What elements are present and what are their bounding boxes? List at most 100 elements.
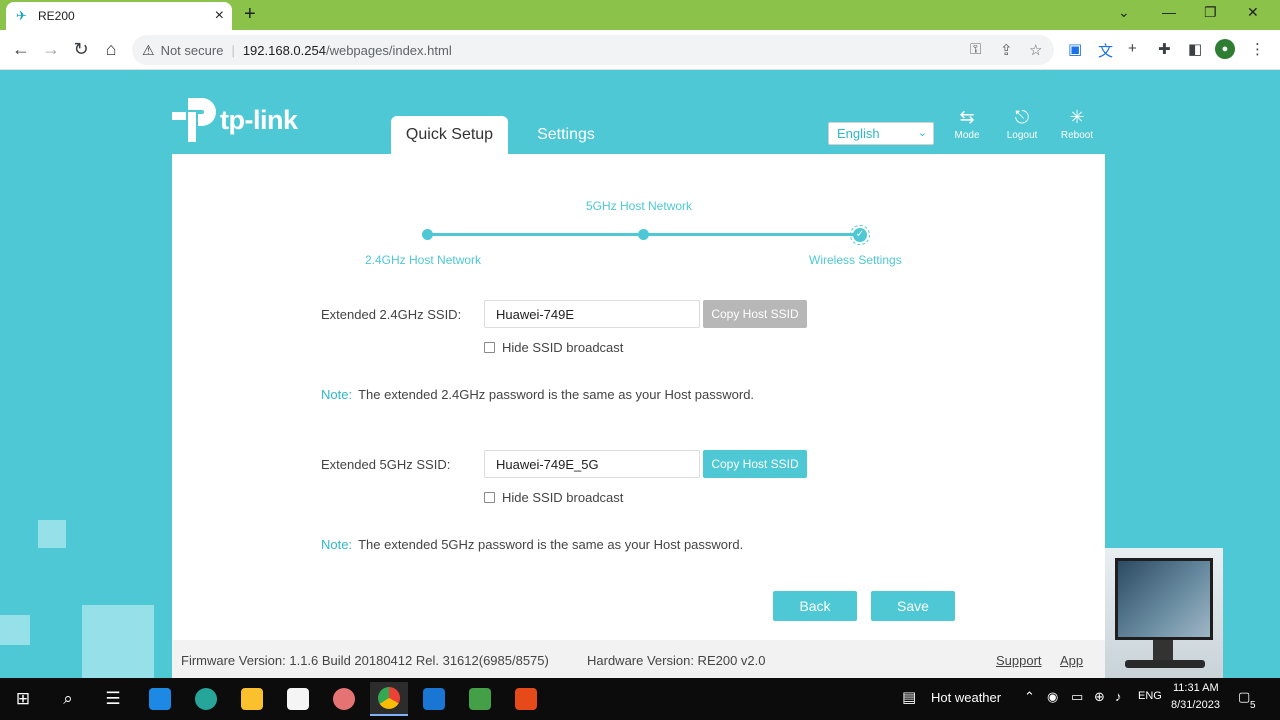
logout-label: Logout (1006, 130, 1038, 141)
chevron-up-icon[interactable]: ⌃ (1024, 689, 1035, 705)
plus-icon[interactable]: + (1128, 40, 1137, 57)
share-icon[interactable]: ⇪ (1000, 41, 1013, 59)
hide-ssid24-checkbox[interactable]: Hide SSID broadcast (484, 340, 623, 355)
copy-host-ssid5-button[interactable]: Copy Host SSID (703, 450, 807, 478)
language-select[interactable]: English ⌄ (828, 122, 934, 145)
close-window-button[interactable]: ✕ (1247, 4, 1259, 21)
vscode-icon[interactable] (421, 686, 447, 712)
tab-settings[interactable]: Settings (520, 116, 612, 154)
mode-button[interactable]: ⇆ Mode (942, 106, 992, 141)
network-icon[interactable]: ⊕ (1094, 689, 1105, 705)
decorative-square (82, 605, 154, 678)
close-tab-icon[interactable]: × (215, 7, 224, 25)
security-label: Not secure (160, 42, 224, 58)
back-button[interactable]: Back (773, 591, 857, 621)
chevron-down-icon: ⌄ (917, 127, 927, 139)
file-explorer-icon[interactable] (239, 686, 265, 712)
windows-start-icon[interactable]: ⊞ (10, 686, 36, 712)
stepper-line (644, 233, 856, 236)
note-tag: Note: (321, 537, 353, 552)
browser-tab[interactable]: ✈ RE200 × (6, 2, 232, 30)
checkbox-icon[interactable] (484, 492, 495, 503)
app-link[interactable]: App (1060, 653, 1083, 668)
ssid24-label: Extended 2.4GHz SSID: (321, 307, 462, 322)
extension-icon[interactable]: ▣ (1068, 40, 1082, 58)
hardware-version: Hardware Version: RE200 v2.0 (587, 653, 766, 668)
logout-button[interactable]: ⎋ Logout (997, 106, 1047, 141)
clock-date[interactable]: 8/31/2023 (1171, 699, 1220, 711)
volume-icon[interactable]: ♪ (1115, 689, 1122, 704)
reload-icon[interactable]: ↻ (70, 39, 92, 60)
meet-icon[interactable]: ◉ (1047, 689, 1058, 705)
notification-count: 5 (1250, 700, 1256, 711)
tab-quick-setup[interactable]: Quick Setup (391, 116, 508, 154)
ssid5-input[interactable] (484, 450, 700, 478)
video-thumbnail-overlay (1105, 548, 1223, 678)
step-label-1: 2.4GHz Host Network (365, 253, 482, 267)
tab-search-icon[interactable]: ⌄ (1118, 4, 1130, 21)
decorative-square (38, 520, 66, 548)
address-bar[interactable]: ⚠ Not secure | 192.168.0.254/webpages/in… (132, 35, 1054, 65)
forward-arrow-icon[interactable]: → (40, 39, 62, 60)
search-icon[interactable]: ⌕ (55, 686, 81, 712)
hide-ssid5-checkbox[interactable]: Hide SSID broadcast (484, 490, 623, 505)
note-24ghz: Note: The extended 2.4GHz password is the… (321, 387, 754, 402)
new-tab-button[interactable]: + (244, 3, 256, 26)
checkbox-icon[interactable] (484, 342, 495, 353)
mode-label: Mode (954, 130, 980, 141)
step-current-indicator: ✓ (850, 225, 870, 245)
maximize-button[interactable]: ❐ (1204, 4, 1217, 21)
ssid5-label: Extended 5GHz SSID: (321, 457, 451, 472)
mode-icon: ⇆ (959, 107, 975, 127)
back-arrow-icon[interactable]: ← (10, 39, 32, 60)
store-icon[interactable] (285, 686, 311, 712)
reboot-icon: ✳ (1069, 107, 1085, 127)
note-tag: Note: (321, 387, 353, 402)
save-button[interactable]: Save (871, 591, 955, 621)
minimize-button[interactable]: — (1162, 4, 1176, 20)
puzzle-icon[interactable]: ✚ (1158, 40, 1171, 58)
url-host: 192.168.0.254 (242, 42, 326, 58)
edge-icon[interactable] (193, 686, 219, 712)
keyboard-image (1125, 660, 1205, 668)
chrome-icon[interactable] (370, 682, 408, 716)
step-dot-2 (638, 229, 649, 240)
recorder-icon[interactable] (513, 686, 539, 712)
star-icon[interactable]: ☆ (1029, 41, 1042, 59)
tab-title: RE200 (38, 9, 75, 23)
ssid24-input[interactable] (484, 300, 700, 328)
clock-time[interactable]: 11:31 AM (1173, 682, 1219, 694)
battery-icon[interactable]: ▭ (1071, 689, 1083, 705)
input-language[interactable]: ENG (1138, 690, 1162, 702)
key-icon[interactable]: ⚿ (970, 41, 981, 58)
app-icon[interactable] (331, 686, 357, 712)
support-link[interactable]: Support (996, 653, 1042, 668)
home-icon[interactable]: ⌂ (100, 39, 122, 60)
reboot-label: Reboot (1060, 130, 1094, 141)
page-footer: Firmware Version: 1.1.6 Build 20180412 R… (172, 640, 1105, 678)
step-label-2: 5GHz Host Network (586, 199, 693, 213)
hide-ssid24-label: Hide SSID broadcast (502, 340, 624, 355)
decorative-square (0, 615, 30, 645)
profile-avatar-icon[interactable]: ● (1215, 39, 1235, 59)
warning-icon: ⚠ (142, 41, 155, 58)
notification-icon[interactable]: ▢ (1238, 689, 1250, 705)
tplink-favicon-icon: ✈ (16, 8, 27, 23)
reboot-button[interactable]: ✳ Reboot (1052, 106, 1102, 141)
side-panel-icon[interactable]: ◧ (1188, 40, 1202, 58)
step-dot-1 (422, 229, 433, 240)
weather-icon[interactable]: ▤ (902, 688, 916, 706)
task-view-icon[interactable]: ☰ (100, 686, 126, 712)
language-value: English (837, 126, 880, 141)
camtasia-icon[interactable] (467, 686, 493, 712)
weather-text[interactable]: Hot weather (931, 690, 1001, 705)
step-label-3: Wireless Settings (809, 253, 902, 267)
mail-icon[interactable] (147, 686, 173, 712)
url-path: /webpages/index.html (325, 42, 452, 58)
copy-host-ssid24-button[interactable]: Copy Host SSID (703, 300, 807, 328)
logo-text: tp-link (220, 104, 298, 135)
menu-kebab-icon[interactable]: ⋮ (1250, 40, 1265, 58)
translate-icon[interactable]: 文 (1098, 40, 1113, 61)
note-text: The extended 5GHz password is the same a… (358, 537, 744, 552)
windows-taskbar: ⊞ ⌕ ☰ ▤ Hot weather ⌃ ◉ ▭ ⊕ ♪ ENG 11:31 … (0, 678, 1280, 720)
